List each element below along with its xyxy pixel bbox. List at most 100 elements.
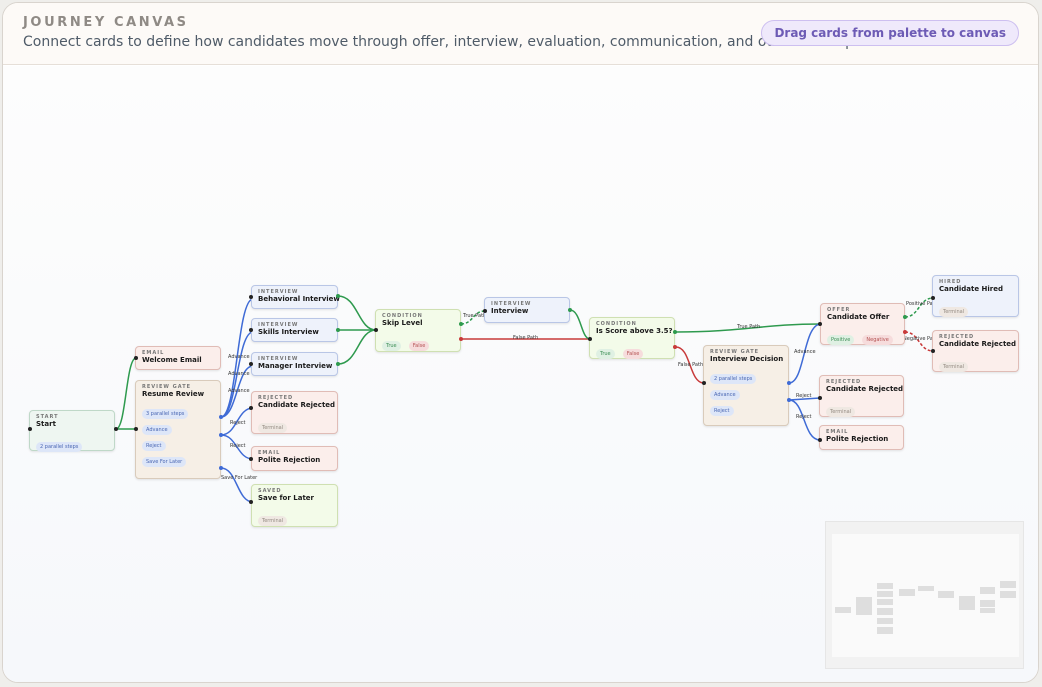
edge-label-true-path: True Path <box>737 324 761 330</box>
node-title: Candidate Rejected <box>826 385 904 393</box>
node-polite-rejection[interactable]: EMAIL Polite Rejection <box>819 425 904 450</box>
port-in[interactable] <box>931 296 935 300</box>
chip-save-for-later: Save For Later <box>142 457 187 467</box>
edge-label-advance: Advance <box>228 354 250 360</box>
minimap-node <box>1000 591 1016 598</box>
port-out[interactable] <box>114 427 118 431</box>
edge-decision-polite[interactable] <box>788 399 821 441</box>
node-candidate-offer[interactable]: OFFER Candidate Offer Positive Negative <box>820 303 905 345</box>
minimap-node <box>980 587 995 594</box>
port-in[interactable] <box>28 427 32 431</box>
node-title: Is Score above 3.5? <box>596 327 673 335</box>
node-title: Polite Rejection <box>258 456 321 464</box>
node-welcome-email[interactable]: EMAIL Welcome Email <box>135 346 221 370</box>
port-in[interactable] <box>249 457 253 461</box>
port-in[interactable] <box>588 337 592 341</box>
port-in[interactable] <box>931 349 935 353</box>
node-behavioral-interview[interactable]: INTERVIEW Behavioral Interview <box>251 285 340 309</box>
edge-label-advance: Advance <box>228 371 250 377</box>
port-in[interactable] <box>249 362 253 366</box>
node-candidate-hired[interactable]: HIRED Candidate Hired Terminal <box>932 275 1019 317</box>
edge-label-reject: Reject <box>796 393 812 399</box>
canvas-minimap[interactable] <box>825 521 1024 669</box>
port-out[interactable] <box>219 415 223 419</box>
workflow-canvas[interactable]: Advance Advance Advance Reject Reject Sa… <box>3 66 1038 682</box>
port-in[interactable] <box>249 406 253 410</box>
chip-false: False <box>622 349 644 359</box>
node-title: Skip Level <box>382 319 423 327</box>
port-in[interactable] <box>818 396 822 400</box>
node-skip-level[interactable]: CONDITION Skip Level True False <box>375 309 461 352</box>
chip-reject: Reject <box>142 441 166 451</box>
port-out[interactable] <box>336 362 340 366</box>
chip-advance: Advance <box>142 425 172 435</box>
port-in[interactable] <box>818 438 822 442</box>
port-out[interactable] <box>787 381 791 385</box>
port-in[interactable] <box>134 356 138 360</box>
port-out[interactable] <box>219 433 223 437</box>
minimap-node <box>856 597 872 615</box>
edge-label-advance: Advance <box>794 349 816 355</box>
node-title: Candidate Rejected <box>258 401 336 409</box>
port-in[interactable] <box>134 427 138 431</box>
node-candidate-rejected[interactable]: REJECTED Candidate Rejected Terminal <box>932 330 1019 372</box>
port-out[interactable] <box>336 328 340 332</box>
node-polite-rejection[interactable]: EMAIL Polite Rejection <box>251 446 338 471</box>
chip-parallel-steps: 2 parallel steps <box>710 374 757 384</box>
port-in[interactable] <box>249 328 253 332</box>
chip-true: True <box>596 349 615 359</box>
node-skills-interview[interactable]: INTERVIEW Skills Interview <box>251 318 338 342</box>
node-save-for-later[interactable]: SAVED Save for Later Terminal <box>251 484 338 527</box>
port-in[interactable] <box>374 328 378 332</box>
port-out[interactable] <box>459 322 463 326</box>
node-interview[interactable]: INTERVIEW Interview <box>484 297 570 323</box>
minimap-node <box>877 618 893 624</box>
minimap-node <box>877 583 893 589</box>
port-out[interactable] <box>787 398 791 402</box>
port-in[interactable] <box>702 381 706 385</box>
edge-behavioral-skip[interactable] <box>337 295 377 331</box>
port-in[interactable] <box>249 295 253 299</box>
node-title: Manager Interview <box>258 362 333 370</box>
node-candidate-rejected[interactable]: REJECTED Candidate Rejected Terminal <box>251 391 338 434</box>
minimap-node <box>918 586 934 591</box>
node-manager-interview[interactable]: INTERVIEW Manager Interview <box>251 352 338 376</box>
edge-label-false-path: False Path <box>678 362 704 368</box>
node-resume-review[interactable]: REVIEW GATE Resume Review 3 parallel ste… <box>135 380 221 479</box>
node-start[interactable]: START Start 2 parallel steps <box>29 410 115 452</box>
chip-reject: Reject <box>710 406 734 416</box>
port-in[interactable] <box>249 500 253 504</box>
palette-hint-button[interactable]: Drag cards from palette to canvas <box>761 20 1019 46</box>
minimap-node <box>877 608 893 615</box>
port-out[interactable] <box>336 294 340 298</box>
port-out[interactable] <box>459 337 463 341</box>
node-title: Interview Decision <box>710 355 784 363</box>
node-title: Polite Rejection <box>826 435 889 443</box>
node-candidate-rejected[interactable]: REJECTED Candidate Rejected Terminal <box>819 375 904 417</box>
port-in[interactable] <box>818 322 822 326</box>
minimap-node <box>938 591 954 598</box>
edge-label-save-for-later: Save For Later <box>221 475 258 481</box>
node-title: Candidate Hired <box>939 285 1003 293</box>
journey-canvas-window: JOURNEY CANVAS Connect cards to define h… <box>2 2 1039 683</box>
edge-manager-skip[interactable] <box>337 329 377 365</box>
chip-terminal: Terminal <box>826 407 856 417</box>
node-title: Candidate Offer <box>827 313 890 321</box>
node-interview-decision[interactable]: REVIEW GATE Interview Decision 2 paralle… <box>703 345 789 426</box>
port-out[interactable] <box>673 330 677 334</box>
port-out[interactable] <box>568 308 572 312</box>
minimap-viewport[interactable] <box>832 534 1019 657</box>
edge-start-welcome[interactable] <box>115 357 137 430</box>
port-in[interactable] <box>483 309 487 313</box>
node-title: Save for Later <box>258 494 314 502</box>
edge-interview-score[interactable] <box>569 309 591 340</box>
port-out[interactable] <box>673 345 677 349</box>
node-score-condition[interactable]: CONDITION Is Score above 3.5? True False <box>589 317 675 359</box>
node-title: Resume Review <box>142 390 205 398</box>
chip-false: False <box>408 341 430 351</box>
port-out[interactable] <box>903 330 907 334</box>
edge-resume-saved[interactable] <box>220 467 254 503</box>
port-out[interactable] <box>219 466 223 470</box>
chip-negative: Negative <box>862 335 893 345</box>
port-out[interactable] <box>903 315 907 319</box>
